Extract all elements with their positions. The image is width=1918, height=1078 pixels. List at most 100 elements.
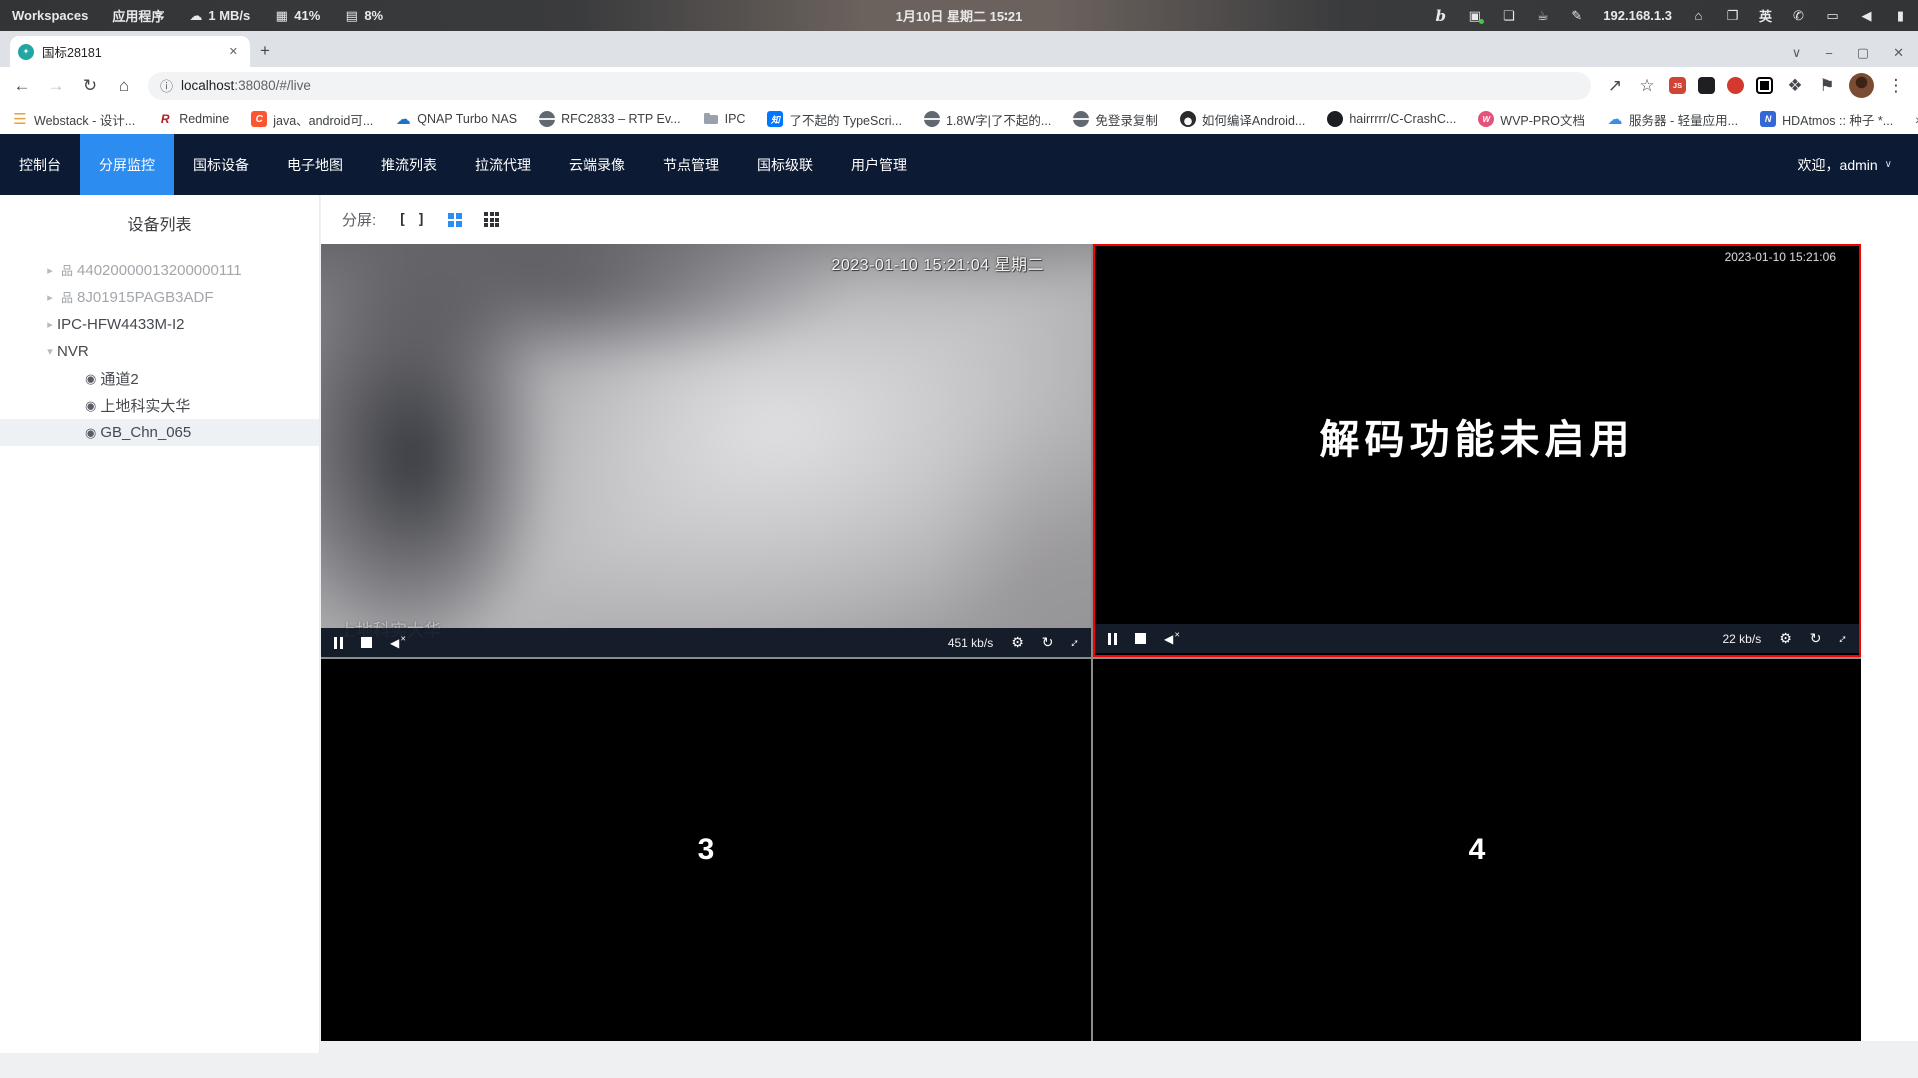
bookmark-item[interactable]: 免登录复制 [1073,110,1158,129]
forward-button[interactable]: → [46,76,66,96]
settings-icon[interactable]: ⚙ [1011,634,1024,651]
nav-item-map[interactable]: 电子地图 [268,134,362,195]
bing-tray-icon[interactable]: b [1433,7,1448,25]
phone-link-icon[interactable]: ✆ [1791,8,1806,24]
nav-item-node-manage[interactable]: 节点管理 [644,134,738,195]
screenshot-extension-icon[interactable] [1756,77,1773,94]
address-bar[interactable]: ⓘ localhost:38080/#/live [148,71,1591,100]
tab-close-icon[interactable]: ✕ [225,43,242,60]
refresh-icon[interactable]: ↻ [1810,630,1822,647]
video-pane-1[interactable]: 2023-01-10 15:21:04 星期二 上地科实大华 ◀✕ 451 kb… [321,244,1091,657]
caret-down-icon[interactable]: ▾ [43,345,57,358]
nav-item-gb-devices[interactable]: 国标设备 [174,134,268,195]
mute-button[interactable]: ◀ ✕ [390,636,406,650]
user-menu[interactable]: 欢迎，admin ∨ [1798,134,1918,195]
applications-menu[interactable]: 应用程序 [112,6,164,25]
bookmark-item[interactable]: N HDAtmos :: 种子 *... [1760,110,1893,129]
fullscreen-icon[interactable]: ↕ [1835,631,1850,646]
device-tree: ▸ 品 44020000013200000111 ▸ 品 8J01915PAGB… [0,257,319,446]
home-tray-icon[interactable]: ⌂ [1691,8,1706,24]
bookmark-item[interactable]: RFC2833 – RTP Ev... [539,111,681,127]
page-content: 设备列表 ▸ 品 44020000013200000111 ▸ 品 8J0191… [0,195,1918,1078]
refresh-icon[interactable]: ↻ [1042,634,1054,651]
bookmark-item[interactable]: Cjava、android可... [251,110,373,129]
fullscreen-icon[interactable]: ↕ [1067,635,1082,650]
bookmark-item[interactable]: ☰ Webstack - 设计... [12,110,135,129]
extensions-puzzle-icon[interactable]: ❖ [1785,76,1805,96]
browser-home-button[interactable]: ⌂ [114,76,134,96]
caret-right-icon[interactable]: ▸ [43,264,57,277]
stop-button[interactable] [361,637,372,648]
settings-icon[interactable]: ⚙ [1779,630,1792,647]
coffee-tray-icon[interactable]: ☕ [1535,8,1550,24]
nav-item-cloud-record[interactable]: 云端录像 [550,134,644,195]
nav-item-gb-cascade[interactable]: 国标级联 [738,134,832,195]
share-icon[interactable]: ↗ [1605,76,1625,96]
nav-item-user-manage[interactable]: 用户管理 [832,134,926,195]
reload-button[interactable]: ↻ [80,76,100,96]
browser-menu-icon[interactable]: ⋮ [1886,76,1906,96]
mute-x-icon: ✕ [400,635,407,643]
window-maximize-icon[interactable]: ▢ [1857,45,1869,61]
browser-tab[interactable]: ✦ 国标28181 ✕ [10,36,250,67]
darkreader-extension-icon[interactable] [1698,77,1715,94]
video-pane-2-selected[interactable]: 2023-01-10 15:21:06 解码功能未启用 ◀ ✕ 22 kb/s ⚙… [1093,244,1861,657]
screenshot-tray-icon[interactable]: ❐ [1725,8,1740,24]
workspaces-button[interactable]: Workspaces [12,8,88,23]
nav-item-push-list[interactable]: 推流列表 [362,134,456,195]
bitrate-label: 451 kb/s [947,635,994,650]
side-panel-icon[interactable]: ⚑ [1817,76,1837,96]
tree-node-channel[interactable]: ◉ 通道2 [0,365,319,392]
bookmark-item[interactable]: 如何编译Android... [1179,110,1305,129]
back-button[interactable]: ← [12,76,32,96]
tree-node-device[interactable]: ▾ NVR [0,338,319,365]
nav-item-pull-proxy[interactable]: 拉流代理 [456,134,550,195]
new-tab-button[interactable]: + [260,41,270,61]
window-minimize-icon[interactable]: − [1825,46,1833,61]
bookmark-item[interactable]: R Redmine [157,111,229,127]
pause-button[interactable] [334,636,343,649]
tree-node-platform[interactable]: ▸ 品 44020000013200000111 [0,257,319,284]
ip-address[interactable]: 192.168.1.3 [1603,8,1672,23]
stop-button[interactable] [1135,633,1146,644]
tree-node-platform[interactable]: ▸ 品 8J01915PAGB3ADF [0,284,319,311]
nav-item-console[interactable]: 控制台 [0,134,80,195]
bookmark-item[interactable]: hairrrrr/C-CrashC... [1327,111,1456,127]
display-icon[interactable]: ▭ [1825,8,1840,24]
tree-node-device[interactable]: ▸ IPC-HFW4433M-I2 [0,311,319,338]
bitrate-label: 22 kb/s [1722,631,1762,646]
pause-button[interactable] [1108,632,1117,645]
window-close-icon[interactable]: ✕ [1893,45,1904,61]
nav-item-split-monitor[interactable]: 分屏监控 [80,134,174,195]
profile-avatar[interactable] [1849,73,1874,98]
tampermonkey-extension-icon[interactable]: JS [1669,77,1686,94]
bookmark-item[interactable]: 知了不起的 TypeScri... [767,110,902,129]
bookmark-item[interactable]: IPC [703,111,745,127]
video-pane-3[interactable]: 3 [321,659,1091,1041]
caret-right-icon[interactable]: ▸ [43,291,57,304]
fullscreen-toggle-icon[interactable]: [ ] [398,212,426,228]
player-control-bar: ◀ ✕ 22 kb/s ⚙ ↻ ↕ [1095,624,1859,653]
grid-3x3-icon[interactable] [484,212,500,227]
color-picker-tray-icon[interactable]: ✎ [1569,8,1584,24]
dictionary-tray-icon[interactable]: ▣ [1467,8,1485,24]
video-pane-4[interactable]: 4 [1093,659,1861,1041]
input-language-indicator[interactable]: 英 [1759,6,1772,25]
tree-node-channel-selected[interactable]: ◉ GB_Chn_065 [0,419,319,446]
site-info-icon[interactable]: ⓘ [160,76,173,95]
bookmark-item[interactable]: ☁ 服务器 - 轻量应用... [1607,110,1739,129]
grid-2x2-icon[interactable] [448,212,463,227]
battery-icon[interactable]: ▮ [1893,8,1908,24]
mute-button[interactable]: ◀ ✕ [1164,632,1180,646]
bookmark-item[interactable]: W WVP-PRO文档 [1478,110,1585,129]
adblock-extension-icon[interactable] [1727,77,1744,94]
tree-node-channel[interactable]: ◉ 上地科实大华 [0,392,319,419]
caret-right-icon[interactable]: ▸ [43,318,57,331]
bookmark-star-icon[interactable]: ☆ [1637,76,1657,96]
bookmark-item[interactable]: 1.8W字|了不起的... [923,110,1051,129]
volume-icon[interactable]: ◀ [1859,8,1874,24]
tab-search-caret-icon[interactable]: ∨ [1792,45,1802,61]
clipboard-tray-icon[interactable]: ❏ [1501,8,1516,24]
bookmark-item[interactable]: ☁ QNAP Turbo NAS [395,111,517,128]
globe-icon [539,111,556,127]
